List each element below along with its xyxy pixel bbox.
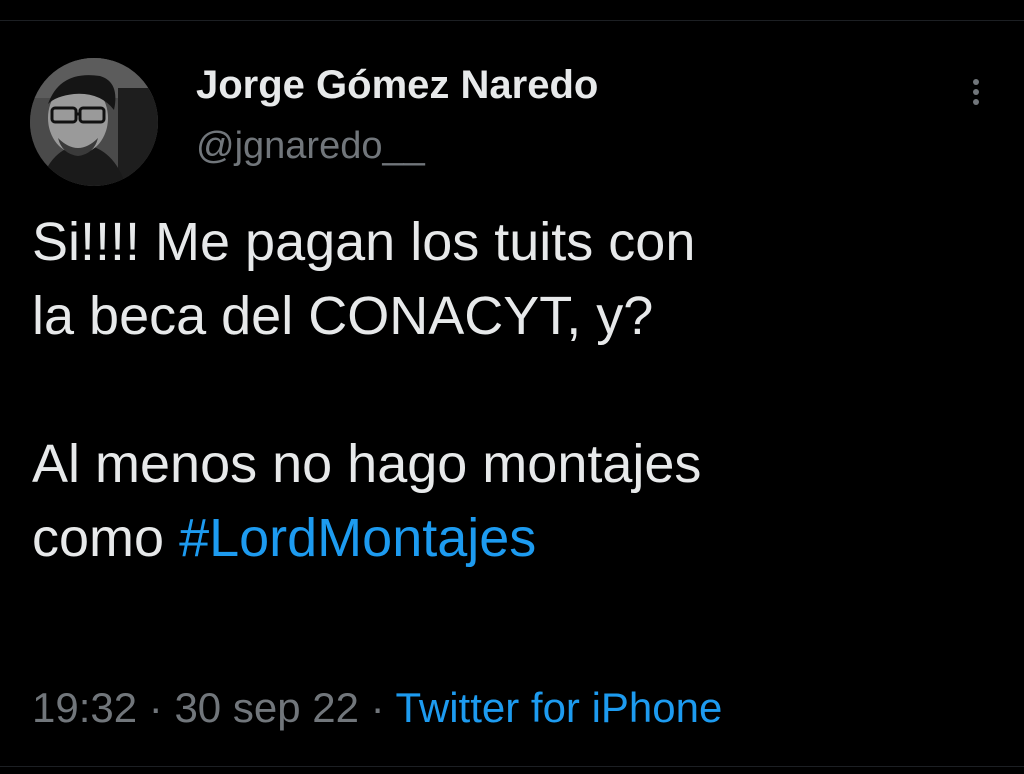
meta-separator: · bbox=[148, 684, 163, 731]
tweet-text-fragment: como bbox=[32, 508, 180, 568]
tweet-text-line: la beca del CONACYT, y? bbox=[32, 286, 654, 346]
tweet-text: Si!!!! Me pagan los tuits con la beca de… bbox=[32, 205, 992, 575]
avatar-photo bbox=[30, 58, 158, 186]
tweet-metadata: 19:32 · 30 sep 22 · Twitter for iPhone bbox=[32, 682, 722, 734]
top-divider bbox=[0, 20, 1024, 21]
more-options-button[interactable] bbox=[956, 72, 996, 112]
tweet-text-line: Al menos no hago montajes bbox=[32, 434, 702, 494]
meta-separator: · bbox=[370, 684, 385, 731]
tweet-text-line: como #LordMontajes bbox=[32, 501, 992, 575]
tweet-author: Jorge Gómez Naredo @jgnaredo__ bbox=[196, 60, 598, 170]
tweet-date[interactable]: 30 sep 22 bbox=[174, 684, 359, 731]
tweet-time[interactable]: 19:32 bbox=[32, 684, 137, 731]
author-display-name[interactable]: Jorge Gómez Naredo bbox=[196, 60, 598, 110]
vertical-ellipsis-icon-dot bbox=[973, 99, 979, 105]
vertical-ellipsis-icon bbox=[973, 79, 979, 85]
avatar[interactable] bbox=[30, 58, 158, 186]
tweet-source-link[interactable]: Twitter for iPhone bbox=[396, 684, 723, 731]
tweet-text-line: Si!!!! Me pagan los tuits con bbox=[32, 212, 696, 272]
bottom-divider bbox=[0, 766, 1024, 767]
vertical-ellipsis-icon-dot bbox=[973, 89, 979, 95]
author-handle[interactable]: @jgnaredo__ bbox=[196, 122, 598, 170]
hashtag-link[interactable]: #LordMontajes bbox=[179, 508, 536, 568]
